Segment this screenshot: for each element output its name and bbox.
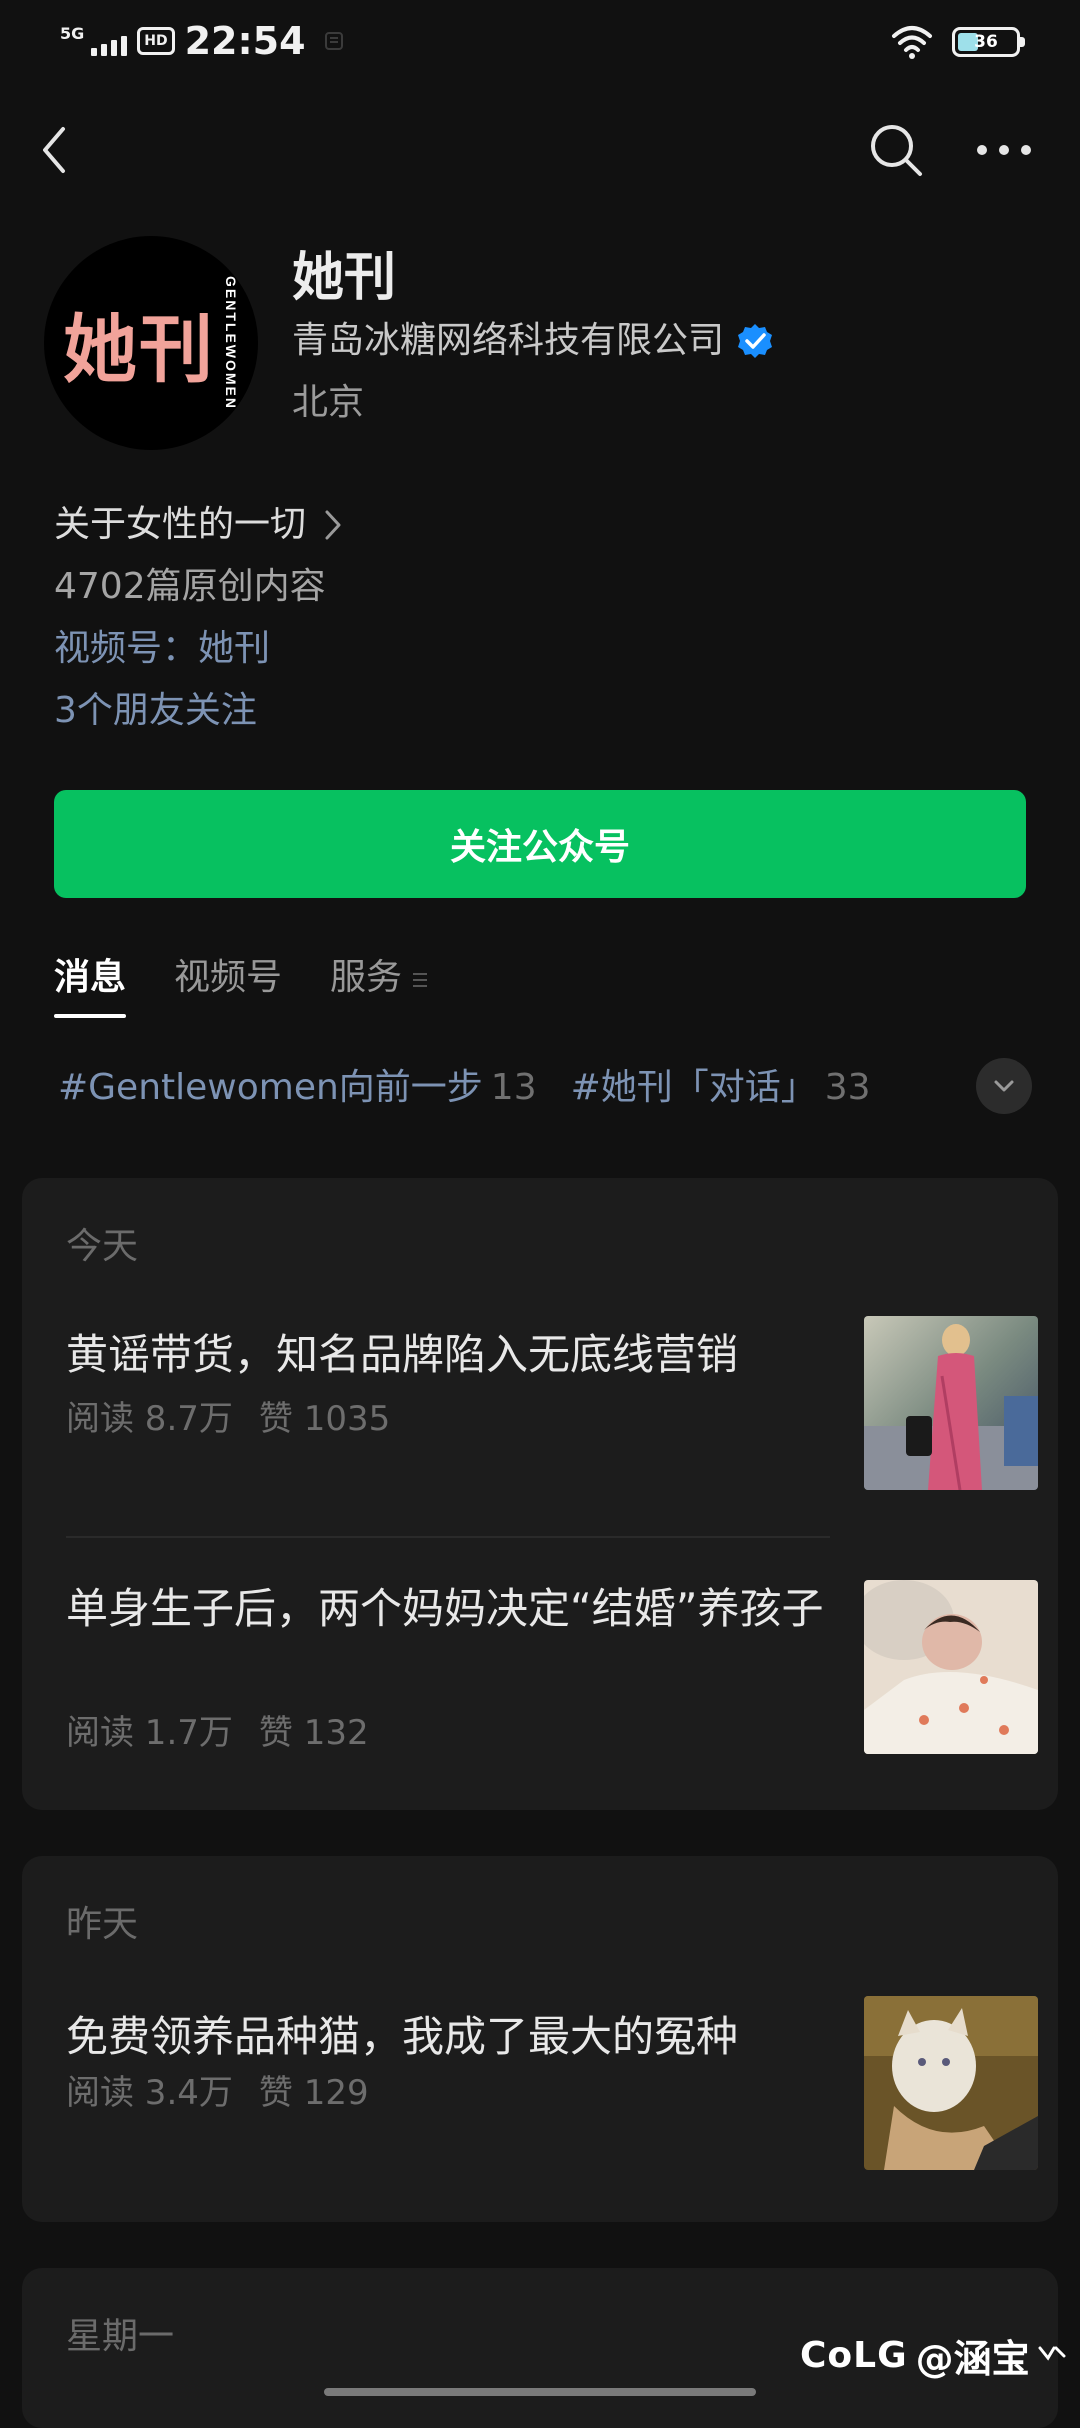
chevron-right-icon [325, 510, 341, 540]
battery-icon: 36 [952, 27, 1025, 57]
article-item[interactable]: 免费领养品种猫，我成了最大的冤种 阅读 3.4万赞 129 [66, 1996, 1038, 2172]
back-button[interactable] [14, 110, 94, 190]
avatar-logo-subtext: GENTLEWOMEN [223, 276, 239, 410]
topic-name: #她刊「对话」 [570, 1067, 817, 1108]
chevron-down-icon [994, 1080, 1014, 1092]
group-date: 昨天 [66, 1904, 139, 1945]
topic-tags: #Gentlewomen向前一步 13 #她刊「对话」 33 [58, 1058, 871, 1118]
article-title: 单身生子后，两个妈妈决定“结婚”养孩子 [66, 1584, 824, 1633]
article-item[interactable]: 单身生子后，两个妈妈决定“结婚”养孩子 阅读 1.7万赞 132 [66, 1580, 1038, 1756]
read-count: 阅读 1.7万 [66, 1713, 233, 1753]
original-count: 4702篇原创内容 [54, 566, 326, 607]
tab-messages[interactable]: 消息 [54, 952, 127, 1018]
divider [66, 1536, 830, 1538]
article-title: 免费领养品种猫，我成了最大的冤种 [66, 2012, 739, 2061]
avatar-logo-text: 她刊 [63, 306, 215, 393]
article-group-today: 今天 黄谣带货，知名品牌陷入无底线营销 阅读 8.7万赞 1035 单身生子后，… [22, 1178, 1058, 1810]
article-thumbnail [864, 1996, 1038, 2170]
network-type: 5G [60, 24, 85, 43]
read-count: 阅读 8.7万 [66, 1399, 233, 1439]
topic-tag[interactable]: #Gentlewomen向前一步 13 [58, 1058, 537, 1118]
article-item[interactable]: 黄谣带货，知名品牌陷入无底线营销 阅读 8.7万赞 1035 [66, 1316, 1038, 1492]
article-stats: 阅读 3.4万赞 129 [66, 2070, 369, 2116]
wifi-icon [892, 26, 932, 59]
search-button[interactable] [856, 110, 936, 190]
watermark: CoLG @涵宝 [800, 2328, 1068, 2383]
company-name: 青岛冰糖网络科技有限公司 [292, 320, 725, 361]
verified-icon [738, 324, 773, 358]
search-icon [871, 125, 922, 176]
tagline: 关于女性的一切 [54, 504, 307, 545]
more-button[interactable] [964, 110, 1044, 190]
company-row[interactable]: 青岛冰糖网络科技有限公司 [292, 318, 774, 364]
top-navigation [0, 100, 1080, 200]
video-channel-link[interactable]: 视频号：她刊 [54, 618, 1034, 680]
topic-name: #Gentlewomen向前一步 [58, 1067, 483, 1108]
tagline-row[interactable]: 关于女性的一切 [54, 494, 1034, 556]
home-indicator[interactable] [324, 2388, 756, 2396]
watermark-mark-icon [1038, 2346, 1066, 2361]
avatar[interactable]: 她刊 GENTLEWOMEN [44, 236, 258, 450]
article-thumbnail [864, 1316, 1038, 1490]
more-icon [977, 145, 1031, 155]
like-count: 赞 132 [258, 1713, 369, 1753]
account-profile: 她刊 GENTLEWOMEN 她刊 青岛冰糖网络科技有限公司 北京 [44, 236, 1044, 456]
watermark-logo: CoLG [800, 2335, 908, 2376]
tab-video[interactable]: 视频号 [174, 952, 282, 1004]
cellular-signal-icon: 5G [60, 24, 128, 56]
like-count: 赞 1035 [258, 1399, 391, 1439]
status-left: 5G HD 22:54 [60, 16, 344, 66]
chevron-left-icon [43, 127, 65, 173]
battery-percent: 36 [974, 32, 998, 52]
article-thumbnail [864, 1580, 1038, 1754]
status-bar: 5G HD 22:54 36 [0, 0, 1080, 84]
status-time: 22:54 [184, 19, 306, 63]
topic-count: 13 [490, 1067, 537, 1108]
article-title: 黄谣带货，知名品牌陷入无底线营销 [66, 1330, 739, 1379]
tab-services[interactable]: 服务 [330, 952, 402, 1004]
article-stats: 阅读 8.7万赞 1035 [66, 1396, 390, 1442]
status-right: 36 [890, 24, 1025, 60]
like-count: 赞 129 [258, 2073, 369, 2113]
read-count: 阅读 3.4万 [66, 2073, 233, 2113]
follow-button[interactable]: 关注公众号 [54, 790, 1026, 898]
notification-icon [324, 32, 343, 50]
friends-following-link[interactable]: 3个朋友关注 [54, 680, 1034, 742]
menu-icon [413, 973, 428, 987]
group-date: 星期一 [66, 2316, 175, 2357]
content-tabs: 消息 视频号 服务 [54, 952, 430, 1022]
account-info: 关于女性的一切 4702篇原创内容 视频号：她刊 3个朋友关注 [54, 494, 1034, 742]
topic-count: 33 [824, 1067, 871, 1108]
account-name: 她刊 [292, 248, 397, 308]
location: 北京 [292, 382, 365, 423]
watermark-handle: @涵宝 [915, 2337, 1030, 2381]
article-stats: 阅读 1.7万赞 132 [66, 1710, 369, 1756]
hd-badge: HD [137, 27, 175, 55]
expand-topics-button[interactable] [976, 1058, 1032, 1114]
article-group-yesterday: 昨天 免费领养品种猫，我成了最大的冤种 阅读 3.4万赞 129 [22, 1856, 1058, 2222]
topic-tag[interactable]: #她刊「对话」 33 [571, 1058, 871, 1118]
group-date: 今天 [66, 1226, 139, 1267]
